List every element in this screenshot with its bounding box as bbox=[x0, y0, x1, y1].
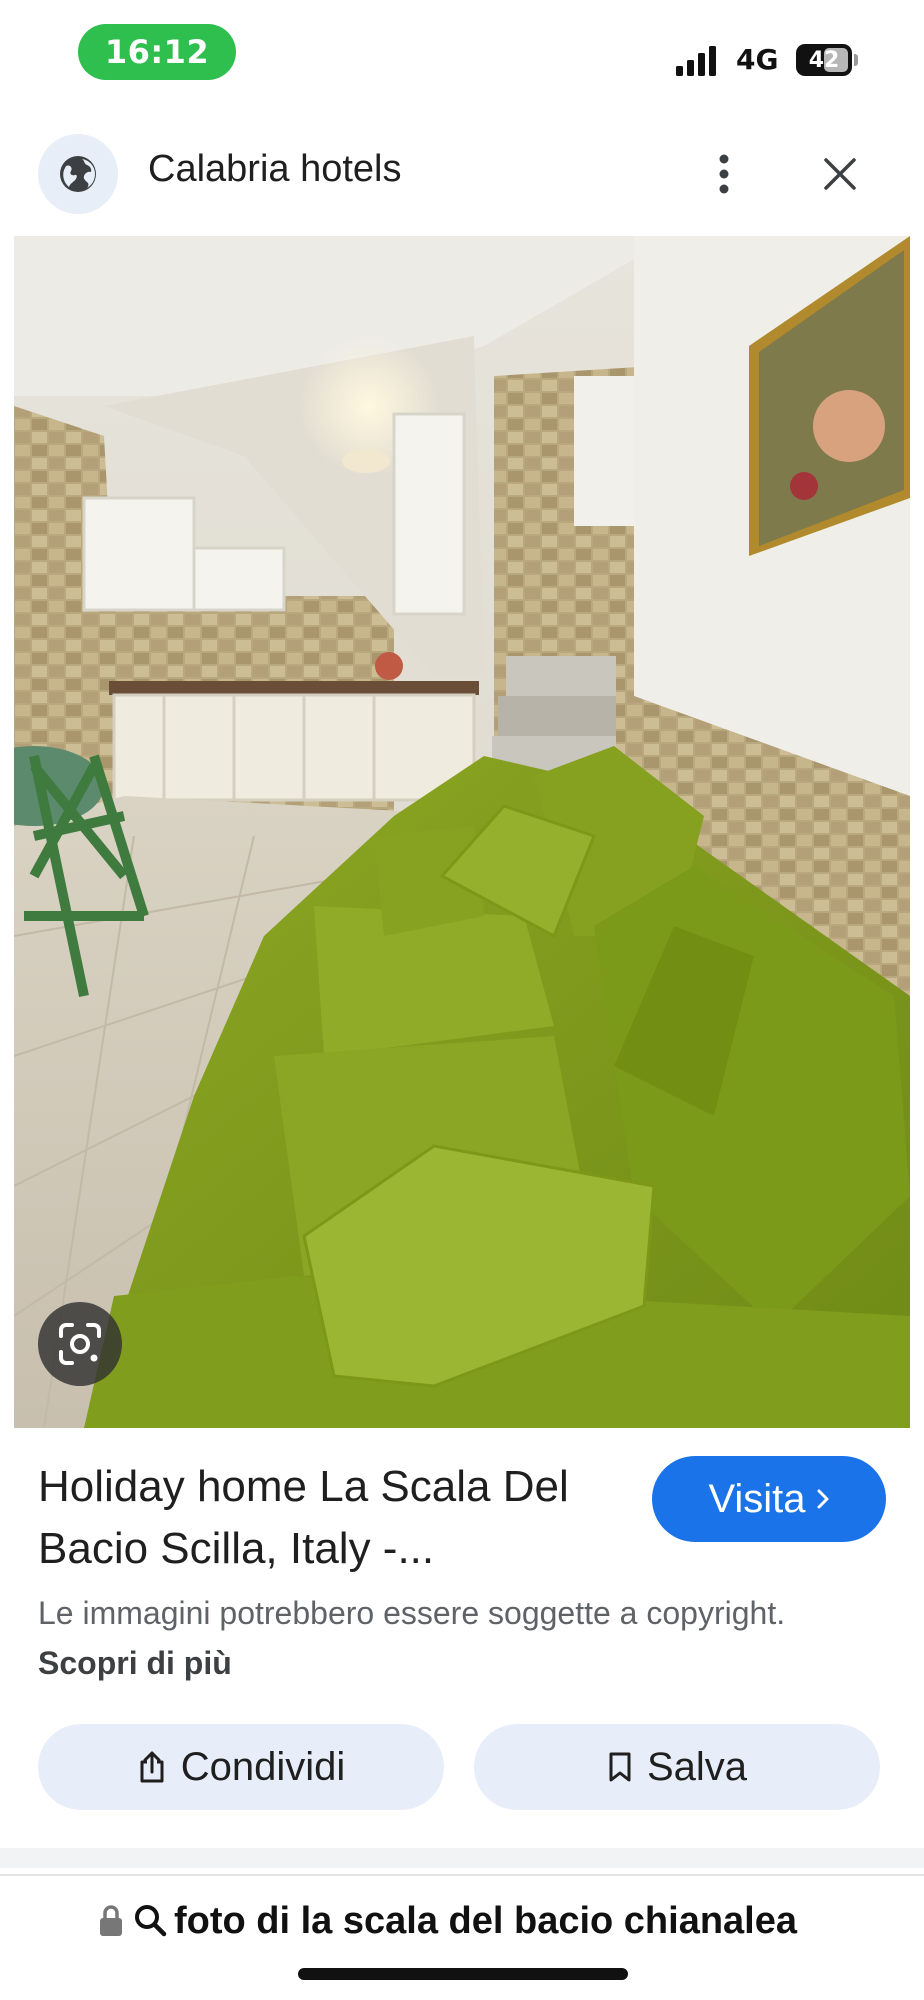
search-icon bbox=[135, 1905, 167, 1937]
chevron-right-icon bbox=[817, 1489, 829, 1509]
learn-more-link[interactable]: Scopri di più bbox=[38, 1645, 232, 1681]
address-bar-border bbox=[0, 1874, 924, 1876]
result-title[interactable]: Holiday home La Scala Del Bacio Scilla, … bbox=[38, 1456, 598, 1580]
bookmark-icon bbox=[609, 1752, 631, 1782]
result-header: Calabria hotels bbox=[0, 128, 924, 220]
visit-label: Visita bbox=[708, 1476, 806, 1521]
more-vert-icon bbox=[719, 154, 729, 194]
battery-icon: 42 bbox=[796, 44, 852, 76]
share-label: Condividi bbox=[180, 1744, 346, 1789]
close-icon bbox=[824, 158, 856, 190]
share-icon bbox=[140, 1751, 164, 1783]
globe-icon bbox=[60, 156, 96, 192]
battery-percent: 42 bbox=[808, 47, 840, 73]
lock-icon bbox=[100, 1905, 122, 1936]
clock-pill: 16:12 bbox=[78, 24, 236, 80]
home-indicator[interactable] bbox=[298, 1968, 628, 1980]
status-bar: 16:12 4G 42 bbox=[0, 0, 924, 110]
site-favicon[interactable] bbox=[38, 134, 118, 214]
result-image[interactable] bbox=[14, 236, 910, 1428]
close-button[interactable] bbox=[812, 144, 868, 204]
site-title[interactable]: Calabria hotels bbox=[148, 148, 401, 191]
status-time: 16:12 bbox=[104, 33, 210, 71]
section-divider bbox=[0, 1848, 924, 1868]
share-button[interactable]: Condividi bbox=[38, 1724, 444, 1810]
more-options-button[interactable] bbox=[700, 142, 748, 206]
signal-strength-icon bbox=[676, 46, 716, 76]
address-bar[interactable]: foto di la scala del bacio chianalea bbox=[0, 1880, 924, 1964]
network-type: 4G bbox=[736, 43, 779, 76]
copyright-text: Le immagini potrebbero essere soggette a… bbox=[38, 1595, 786, 1631]
google-lens-icon bbox=[59, 1323, 101, 1365]
lens-search-button[interactable] bbox=[38, 1302, 122, 1386]
save-button[interactable]: Salva bbox=[474, 1724, 880, 1810]
battery-tip bbox=[854, 54, 858, 66]
visit-button[interactable]: Visita bbox=[652, 1456, 886, 1542]
copyright-notice: Le immagini potrebbero essere soggette a… bbox=[38, 1588, 858, 1688]
save-label: Salva bbox=[646, 1744, 748, 1789]
search-query[interactable]: foto di la scala del bacio chianalea bbox=[174, 1900, 830, 1943]
room-photo-illustration bbox=[14, 236, 910, 1428]
